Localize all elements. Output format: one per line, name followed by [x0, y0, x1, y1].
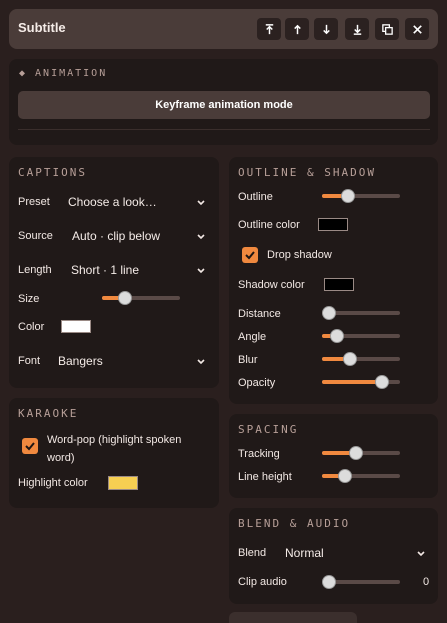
move-to-bottom-icon [353, 24, 361, 35]
caption-color-swatch[interactable] [61, 320, 91, 333]
preset-label: Preset [18, 196, 50, 208]
size-label: Size [18, 293, 40, 305]
chevron-down-icon [197, 234, 205, 240]
slider-knob[interactable] [330, 329, 344, 343]
move-up-icon [293, 24, 301, 34]
outline-label: Outline [238, 191, 273, 203]
length-select[interactable]: Short · 1 line [69, 260, 211, 280]
clip-audio-slider[interactable] [322, 575, 400, 589]
length-label: Length [18, 264, 52, 276]
captions-section-title: CAPTIONS [18, 166, 87, 179]
slider-knob[interactable] [322, 575, 336, 589]
header-bar: Subtitle [9, 9, 438, 49]
panel-title: Subtitle [18, 20, 66, 35]
blend-label: Blend [238, 547, 267, 559]
clip-audio-value: 0 [423, 576, 430, 588]
highlight-color-swatch[interactable] [108, 476, 138, 490]
distance-label: Distance [238, 308, 281, 320]
duplicate-button[interactable] [375, 18, 399, 40]
outline-color-swatch[interactable] [318, 218, 348, 231]
wordpop-label[interactable]: Word-pop (highlight spoken word) [47, 431, 207, 467]
opacity-label: Opacity [238, 377, 276, 389]
blend-audio-section-title: BLEND & AUDIO [238, 517, 351, 530]
color-label: Color [18, 321, 45, 333]
drop-shadow-label[interactable]: Drop shadow [267, 249, 332, 261]
tracking-slider[interactable] [322, 446, 400, 460]
line-height-slider[interactable] [322, 469, 400, 483]
slider-fill [322, 380, 382, 384]
font-select[interactable]: Bangers [56, 351, 211, 371]
move-to-bottom-button[interactable] [345, 18, 369, 40]
clip-audio-label: Clip audio [238, 576, 287, 588]
slider-knob[interactable] [118, 291, 132, 305]
source-select[interactable]: Auto · clip below [70, 226, 211, 246]
chevron-down-icon [417, 551, 425, 557]
length-value: Short · 1 line [71, 263, 140, 277]
shadow-color-swatch[interactable] [324, 278, 354, 291]
move-down-icon [322, 24, 330, 34]
angle-slider[interactable] [322, 329, 400, 343]
highlight-color-label: Highlight color [18, 477, 88, 489]
source-value: Auto · clip below [72, 229, 161, 243]
outline-slider[interactable] [322, 189, 400, 203]
chevron-down-icon [197, 268, 205, 274]
shadow-color-label: Shadow color [238, 279, 305, 291]
drop-shadow-checkbox[interactable] [242, 247, 258, 263]
size-slider[interactable] [102, 291, 180, 305]
bottom-panel-tab [229, 612, 357, 623]
move-down-button[interactable] [314, 18, 338, 40]
blur-label: Blur [238, 354, 258, 366]
font-value: Bangers [58, 354, 103, 368]
checkmark-icon [245, 251, 255, 260]
slider-knob[interactable] [338, 469, 352, 483]
slider-knob[interactable] [322, 306, 336, 320]
tracking-label: Tracking [238, 448, 280, 460]
close-button[interactable] [405, 18, 429, 40]
slider-knob[interactable] [375, 375, 389, 389]
preset-value: Choose a look… [68, 195, 157, 209]
slider-knob[interactable] [349, 446, 363, 460]
animation-divider [18, 129, 430, 130]
duplicate-icon [381, 23, 393, 35]
checkmark-icon [25, 442, 35, 451]
chevron-down-icon [197, 200, 205, 206]
move-up-button[interactable] [285, 18, 309, 40]
keyframe-animation-button[interactable]: Keyframe animation mode [18, 91, 430, 119]
slider-knob[interactable] [343, 352, 357, 366]
blur-slider[interactable] [322, 352, 400, 366]
distance-slider[interactable] [322, 306, 400, 320]
move-to-top-icon [265, 23, 273, 34]
outline-shadow-section-title: OUTLINE & SHADOW [238, 166, 376, 179]
opacity-slider[interactable] [322, 375, 400, 389]
source-label: Source [18, 230, 53, 242]
chevron-down-icon [197, 359, 205, 365]
close-icon [412, 24, 422, 34]
line-height-label: Line height [238, 471, 292, 483]
angle-label: Angle [238, 331, 267, 343]
font-label: Font [18, 355, 41, 367]
animation-section-title: ◆ ANIMATION [19, 68, 108, 79]
move-to-top-button[interactable] [257, 18, 281, 40]
preset-select[interactable]: Choose a look… [66, 192, 211, 212]
karaoke-section-title: KARAOKE [18, 407, 79, 420]
slider-knob[interactable] [341, 189, 355, 203]
blend-select[interactable]: Normal [283, 543, 431, 563]
outline-color-label: Outline color [238, 219, 300, 231]
blend-value: Normal [285, 546, 324, 560]
wordpop-checkbox[interactable] [22, 438, 38, 454]
spacing-section-title: SPACING [238, 423, 299, 436]
